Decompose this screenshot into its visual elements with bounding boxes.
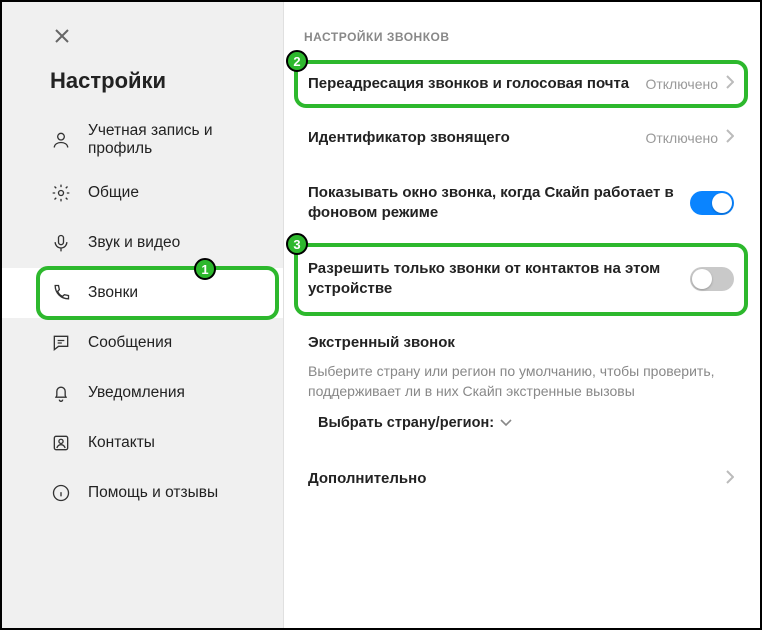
row-title: Показывать окно звонка, когда Скайп рабо…	[308, 183, 690, 224]
gear-icon	[50, 182, 72, 204]
phone-icon	[50, 282, 72, 304]
sidebar-item-label: Контакты	[88, 434, 155, 452]
section-label-calling: НАСТРОЙКИ ЗВОНКОВ	[304, 30, 740, 44]
annotation-badge-3: 3	[286, 233, 308, 255]
row-title: Идентификатор звонящего	[308, 128, 645, 148]
emergency-call-desc: Выберите страну или регион по умолчанию,…	[304, 361, 740, 412]
row-contacts-only[interactable]: Разрешить только звонки от контактов на …	[304, 243, 740, 316]
settings-sidebar: Настройки Учетная запись и профиль Общие…	[2, 2, 284, 628]
sidebar-item-messaging[interactable]: Сообщения	[2, 318, 283, 368]
annotation-badge-2: 2	[286, 50, 308, 72]
user-icon	[50, 129, 72, 151]
sidebar-item-contacts[interactable]: Контакты	[2, 418, 283, 468]
region-select[interactable]: Выбрать страну/регион:	[304, 411, 512, 449]
row-caller-id[interactable]: Идентификатор звонящего Отключено	[304, 114, 740, 162]
sidebar-item-label: Учетная запись и профиль	[88, 122, 273, 158]
sidebar-item-help[interactable]: Помощь и отзывы	[2, 468, 283, 518]
chevron-right-icon	[726, 129, 734, 148]
sidebar-item-notifications[interactable]: Уведомления	[2, 368, 283, 418]
highlight-1	[36, 266, 279, 320]
message-icon	[50, 332, 72, 354]
bell-icon	[50, 382, 72, 404]
row-status: Отключено	[645, 76, 718, 92]
row-advanced[interactable]: Дополнительно	[304, 455, 740, 503]
region-select-label: Выбрать страну/регион:	[318, 415, 494, 431]
row-status: Отключено	[645, 130, 718, 146]
contacts-icon	[50, 432, 72, 454]
close-icon	[55, 29, 69, 48]
row-title: Разрешить только звонки от контактов на …	[308, 259, 690, 300]
emergency-call-title: Экстренный звонок	[304, 316, 740, 361]
sidebar-item-audio-video[interactable]: Звук и видео	[2, 218, 283, 268]
sidebar-item-label: Уведомления	[88, 384, 185, 402]
row-title: Переадресация звонков и голосовая почта	[308, 74, 645, 94]
toggle-contacts-only[interactable]	[690, 267, 734, 291]
chevron-right-icon	[726, 75, 734, 94]
sidebar-item-account[interactable]: Учетная запись и профиль	[2, 112, 283, 168]
settings-content: НАСТРОЙКИ ЗВОНКОВ Переадресация звонков …	[284, 2, 760, 628]
sidebar-item-label: Звонки	[88, 284, 138, 302]
sidebar-item-label: Сообщения	[88, 334, 172, 352]
toggle-show-call-window[interactable]	[690, 191, 734, 215]
mic-icon	[50, 232, 72, 254]
sidebar-item-label: Звук и видео	[88, 234, 180, 252]
settings-title: Настройки	[2, 62, 283, 112]
close-button[interactable]	[44, 20, 80, 56]
chevron-down-icon	[500, 419, 512, 427]
row-call-forwarding[interactable]: Переадресация звонков и голосовая почта …	[304, 60, 740, 108]
row-show-call-window[interactable]: Показывать окно звонка, когда Скайп рабо…	[304, 169, 740, 238]
sidebar-item-calling[interactable]: Звонки 1	[2, 268, 283, 318]
sidebar-item-label: Общие	[88, 184, 139, 202]
sidebar-item-general[interactable]: Общие	[2, 168, 283, 218]
annotation-badge-1: 1	[194, 258, 216, 280]
chevron-right-icon	[726, 470, 734, 489]
sidebar-item-label: Помощь и отзывы	[88, 484, 218, 502]
row-title: Дополнительно	[308, 469, 726, 489]
info-icon	[50, 482, 72, 504]
